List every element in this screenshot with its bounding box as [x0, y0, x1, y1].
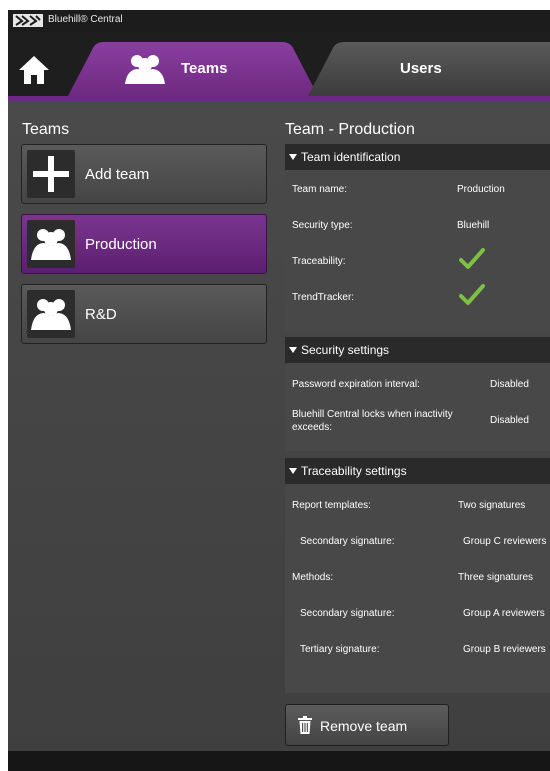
app-window: Bluehill® Central Teams Users Teams Add … — [8, 10, 550, 771]
team-item-label: Production — [85, 236, 157, 253]
rt-secondary-signature-label: Secondary signature: — [300, 536, 395, 547]
methods-label: Methods: — [292, 572, 334, 583]
m-secondary-signature-value: Group A reviewers — [463, 608, 545, 619]
remove-team-button[interactable]: Remove team — [285, 704, 449, 746]
traceability-label: Traceability: — [292, 256, 346, 267]
security-type-value: Bluehill — [457, 220, 490, 231]
security-type-label: Security type: — [292, 220, 353, 231]
add-team-button[interactable]: Add team — [21, 144, 267, 204]
checkmark-icon — [459, 284, 485, 305]
team-icon — [31, 299, 71, 330]
section-header-label: Security settings — [301, 343, 390, 357]
team-item-rd[interactable]: R&D — [21, 284, 267, 344]
trash-icon — [298, 716, 312, 734]
add-icon-box — [27, 150, 75, 198]
plus-icon — [33, 156, 69, 192]
password-expiration-value: Disabled — [490, 379, 529, 390]
password-expiration-label: Password expiration interval: — [292, 379, 420, 390]
collapse-triangle-icon — [289, 153, 297, 160]
app-title: Bluehill® Central — [48, 14, 123, 25]
security-settings-section: Security settings Password expiration in… — [285, 337, 550, 451]
report-templates-label: Report templates: — [292, 500, 371, 511]
methods-value: Three signatures — [458, 572, 534, 583]
team-identification-header[interactable]: Team identification — [285, 144, 550, 170]
team-icon-box — [27, 220, 75, 268]
m-tertiary-signature-label: Tertiary signature: — [300, 644, 380, 655]
team-icon — [125, 55, 165, 84]
report-templates-value: Two signatures — [458, 500, 526, 511]
team-name-label: Team name: — [292, 184, 348, 195]
team-identification-section: Team identification Team name: Productio… — [285, 144, 550, 331]
team-item-label: R&D — [85, 306, 117, 323]
m-secondary-signature-label: Secondary signature: — [300, 608, 395, 619]
inactivity-lock-value: Disabled — [490, 415, 529, 426]
tab-bar: Teams Users — [8, 32, 550, 96]
section-header-label: Team identification — [301, 150, 401, 164]
teams-panel-title: Teams — [22, 121, 70, 138]
collapse-triangle-icon — [289, 346, 297, 353]
bottom-bar — [8, 751, 550, 771]
tab-teams-label: Teams — [181, 60, 228, 77]
section-header-label: Traceability settings — [301, 464, 407, 478]
checkmark-icon — [459, 248, 485, 269]
traceability-settings-header[interactable]: Traceability settings — [285, 458, 550, 484]
main-content: Teams Add team Production R&D Team - Pro… — [8, 101, 550, 751]
team-detail-title: Team - Production — [285, 121, 415, 138]
rt-secondary-signature-value: Group C reviewers — [463, 536, 547, 547]
inactivity-lock-label-line2: exceeds: — [292, 422, 333, 433]
add-team-label: Add team — [85, 166, 150, 183]
tab-users-label: Users — [400, 60, 442, 77]
remove-team-label: Remove team — [320, 718, 408, 734]
home-icon[interactable] — [16, 52, 52, 88]
tab-teams[interactable]: Teams — [68, 42, 318, 96]
tab-users[interactable]: Users — [308, 42, 550, 96]
title-bar: Bluehill® Central — [8, 10, 550, 32]
trendtracker-label: TrendTracker: — [292, 292, 355, 303]
bluehill-logo-icon — [13, 14, 43, 27]
team-name-value: Production — [457, 184, 505, 195]
security-settings-header[interactable]: Security settings — [285, 337, 550, 363]
team-icon — [31, 229, 71, 260]
team-item-production[interactable]: Production — [21, 214, 267, 274]
traceability-settings-section: Traceability settings Report templates: … — [285, 458, 550, 693]
inactivity-lock-label-line1: Bluehill Central locks when inactivity — [292, 409, 453, 420]
team-icon-box — [27, 290, 75, 338]
collapse-triangle-icon — [289, 467, 297, 474]
m-tertiary-signature-value: Group B reviewers — [463, 644, 546, 655]
